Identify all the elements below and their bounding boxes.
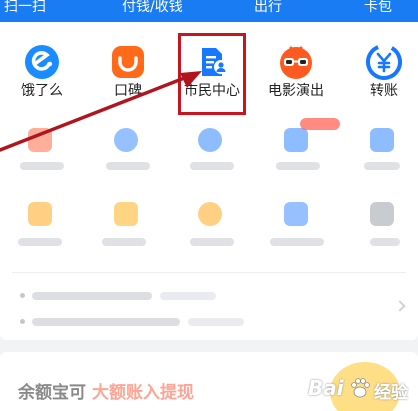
blurred-label (364, 162, 400, 170)
blurred-icon (198, 202, 222, 226)
app-transfer[interactable]: 转账 (344, 42, 418, 106)
blurred-icon (198, 128, 222, 152)
scan-button[interactable]: 扫一扫 (4, 0, 46, 18)
blurred-label (106, 162, 150, 170)
koubei-smile-icon (112, 46, 144, 78)
blurred-label (18, 238, 62, 246)
watermark-brand: Bai (308, 376, 344, 400)
promo-text-main: 余额宝可 (18, 383, 86, 403)
blurred-label (102, 238, 146, 246)
divider (12, 272, 406, 273)
blurred-label (190, 162, 234, 170)
eleme-icon (25, 45, 59, 79)
blurred-icon (370, 202, 394, 226)
blurred-notice-bullet (20, 319, 25, 324)
blurred-notice-time (160, 292, 216, 300)
app-label: 口碑 (114, 83, 142, 99)
blurred-icon (28, 202, 52, 226)
paw-icon (351, 378, 370, 398)
blurred-icon (284, 202, 308, 226)
pay-receive-button[interactable]: 付钱/收钱 (122, 0, 183, 18)
blurred-app-row-1 (0, 118, 418, 182)
blurred-label (270, 238, 324, 246)
app-label: 电影演出 (268, 83, 324, 99)
app-eleme[interactable]: 饿了么 (2, 42, 82, 106)
promo-text-accent: 大额账入提现 (92, 383, 194, 403)
app-label: 转账 (370, 83, 398, 99)
travel-button[interactable]: 出行 (254, 0, 282, 18)
blurred-label (276, 162, 320, 170)
app-koubei[interactable]: 口碑 (88, 42, 168, 106)
blurred-notice-text (32, 318, 180, 326)
chevron-right-icon[interactable] (394, 300, 406, 312)
blurred-notice-bullet (20, 293, 25, 298)
blurred-app-row-2 (0, 198, 418, 258)
movie-glasses-icon (280, 46, 312, 79)
app-movie[interactable]: 电影演出 (256, 42, 336, 106)
top-bar: 扫一扫 付钱/收钱 出行 卡包 (0, 0, 418, 22)
transfer-yen-icon (366, 44, 402, 80)
blurred-label (190, 238, 234, 246)
card-wallet-button[interactable]: 卡包 (364, 0, 392, 18)
blurred-notice-text (32, 292, 152, 300)
blurred-icon (114, 202, 138, 226)
blurred-icon (370, 128, 394, 152)
blurred-label (370, 238, 400, 246)
blurred-icon (28, 128, 52, 152)
blurred-icon (284, 128, 308, 152)
blurred-icon (114, 128, 138, 152)
app-label: 饿了么 (21, 83, 63, 99)
highlight-box (178, 33, 246, 115)
blurred-notice-time (188, 318, 244, 326)
app-grid-card: 饿了么 口碑 市民中心 电影演出 转账 (0, 22, 418, 340)
blurred-label (20, 162, 64, 170)
baidu-watermark: Bai 经验 (308, 370, 418, 408)
watermark-suffix: 经验 (374, 383, 408, 403)
blurred-badge (300, 118, 340, 130)
